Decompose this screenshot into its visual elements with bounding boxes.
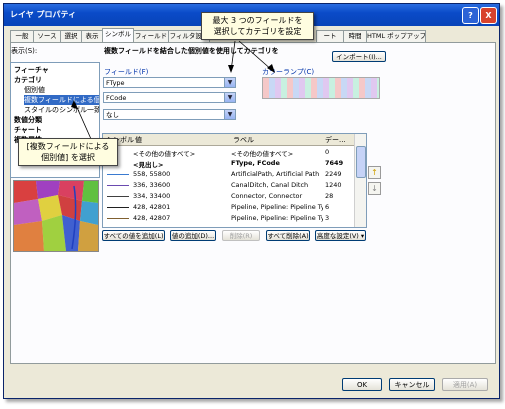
scrollbar-thumb[interactable] xyxy=(356,146,366,178)
table-row[interactable]: <その他の値すべて> <その他の値すべて> 0 xyxy=(103,147,354,158)
field3-select[interactable]: なし ▼ xyxy=(103,109,236,120)
callout-top-line2: 選択してカテゴリを設定 xyxy=(213,27,302,36)
row-value: 558, 55800 xyxy=(133,170,171,178)
panel-heading: 複数フィールドを結合した個別値を使用してカテゴリを xyxy=(104,47,279,55)
tree-item-unique-values[interactable]: 個別値 xyxy=(24,85,45,95)
row-value: 428, 42801 xyxy=(133,203,171,211)
row-label: FType, FCode xyxy=(231,159,280,167)
chevron-down-icon[interactable]: ▼ xyxy=(224,110,235,119)
tab-symbology[interactable]: シンボル xyxy=(102,28,134,43)
remove-all-button[interactable]: すべて削除(A) xyxy=(266,230,310,241)
chevron-down-icon[interactable]: ▼ xyxy=(224,93,235,102)
close-icon[interactable]: X xyxy=(480,7,497,24)
table-row[interactable]: 558, 55800 ArtificialPath, Artificial Pa… xyxy=(103,169,354,180)
window-title: レイヤ プロパティ xyxy=(10,10,77,19)
move-down-icon[interactable]: ↓ xyxy=(368,182,381,195)
map-preview xyxy=(13,180,99,252)
tab-joins[interactable]: ート xyxy=(316,30,344,42)
field1-select[interactable]: FType ▼ xyxy=(103,77,236,88)
advanced-button[interactable]: 高度な設定(V) ▾ xyxy=(315,230,366,241)
tree-item-quantities[interactable]: 数値分類 xyxy=(14,115,42,125)
table-row[interactable]: 428, 42807 Pipeline, Pipeline: Pipeline … xyxy=(103,213,354,224)
grid-header: シンボル 値 ラベル デー... xyxy=(103,134,354,146)
callout-max-three-fields: 最大 3 つのフィールドを 選択してカテゴリを設定 xyxy=(201,12,314,40)
cancel-button[interactable]: キャンセル xyxy=(389,378,435,391)
table-row[interactable]: 334, 33400 Connector, Connector 28 xyxy=(103,191,354,202)
row-count: 7649 xyxy=(325,159,344,167)
tab-fields[interactable]: フィールド xyxy=(133,30,169,42)
row-count: 1240 xyxy=(325,181,342,189)
callout-left-line2: 個別値] を選択 xyxy=(41,153,95,162)
row-count: 3 xyxy=(325,214,330,222)
row-count: 2249 xyxy=(325,170,342,178)
move-up-icon[interactable]: ↑ xyxy=(368,166,381,179)
header-label[interactable]: ラベル xyxy=(233,135,254,145)
table-row[interactable]: 336, 33600 CanalDitch, Canal Ditch 1240 xyxy=(103,180,354,191)
callout-top-line1: 最大 3 つのフィールドを xyxy=(212,16,303,25)
line-symbol xyxy=(107,174,129,175)
map-preview-graphic xyxy=(14,181,98,251)
header-value[interactable]: 値 xyxy=(135,135,142,145)
import-button[interactable]: インポート(I)... xyxy=(332,51,386,62)
tree-item-categories[interactable]: カテゴリ xyxy=(14,75,42,85)
field3-value: なし xyxy=(106,111,119,119)
layer-properties-dialog: レイヤ プロパティ ? X 一般 ソース 選択 表示 シンボル フィールド フィ… xyxy=(3,3,500,399)
tab-selection[interactable]: 選択 xyxy=(60,30,82,42)
line-symbol xyxy=(107,185,129,186)
row-label: Pipeline, Pipeline: Pipeline Type xyxy=(231,214,323,222)
row-count: 6 xyxy=(325,203,330,211)
add-values-button[interactable]: 値の追加(D)... xyxy=(170,230,216,241)
row-count: 28 xyxy=(325,192,334,200)
color-ramp-select[interactable] xyxy=(262,77,380,99)
tree-item-unique-values-many-fields[interactable]: 複数フィールドによる個別値 xyxy=(24,95,99,105)
tab-display[interactable]: 表示 xyxy=(81,30,103,42)
line-symbol xyxy=(107,207,129,208)
row-value: <その他の値すべて> xyxy=(133,150,196,158)
row-value: 334, 33400 xyxy=(133,192,171,200)
table-row[interactable]: 428, 42801 Pipeline, Pipeline: Pipeline … xyxy=(103,202,354,213)
row-label: ArtificialPath, Artificial Path xyxy=(231,170,320,178)
row-label: CanalDitch, Canal Ditch xyxy=(231,181,309,189)
grid-scrollbar[interactable] xyxy=(354,134,366,227)
field1-value: FType xyxy=(106,79,125,87)
tab-time[interactable]: 時間 xyxy=(343,30,367,42)
line-symbol xyxy=(107,196,129,197)
row-label: Connector, Connector xyxy=(231,192,303,200)
tab-html-popup[interactable]: HTML ポップアップ xyxy=(366,30,426,42)
row-label: <その他の値すべて> xyxy=(231,150,294,158)
callout-select-many-fields: [複数フィールドによる 個別値] を選択 xyxy=(18,138,118,166)
row-value: <見出し> xyxy=(133,161,164,169)
remove-button[interactable]: 削除(R) xyxy=(222,230,260,241)
tab-source[interactable]: ソース xyxy=(33,30,61,42)
values-grid[interactable]: シンボル 値 ラベル デー... <その他の値すべて> <その他の値すべて> 0… xyxy=(102,133,367,228)
field2-value: FCode xyxy=(106,94,127,102)
tree-item-match-style[interactable]: スタイルのシンボル一致 xyxy=(24,105,99,115)
ok-button[interactable]: OK xyxy=(342,378,382,391)
apply-button[interactable]: 適用(A) xyxy=(442,378,488,391)
show-label: 表示(S): xyxy=(11,47,38,55)
header-count[interactable]: デー... xyxy=(325,135,346,145)
row-value: 428, 42807 xyxy=(133,214,171,222)
chevron-down-icon[interactable]: ▼ xyxy=(224,78,235,87)
table-row[interactable]: <見出し> FType, FCode 7649 xyxy=(103,158,354,169)
color-ramp-label: カラーランプ(C) xyxy=(262,68,315,76)
tab-general[interactable]: 一般 xyxy=(10,30,34,42)
row-value: 336, 33600 xyxy=(133,181,171,189)
help-icon[interactable]: ? xyxy=(462,7,479,24)
tree-item-charts[interactable]: チャート xyxy=(14,125,42,135)
add-all-values-button[interactable]: すべての値を追加(L) xyxy=(102,230,165,241)
callout-left-line1: [複数フィールドによる xyxy=(26,142,110,151)
row-label: Pipeline, Pipeline: Pipeline Type xyxy=(231,203,323,211)
tree-item-features[interactable]: フィーチャ xyxy=(14,65,49,75)
row-count: 0 xyxy=(325,148,330,156)
line-symbol xyxy=(107,218,129,219)
field2-select[interactable]: FCode ▼ xyxy=(103,92,236,103)
fields-label: フィールド(F) xyxy=(104,68,149,76)
